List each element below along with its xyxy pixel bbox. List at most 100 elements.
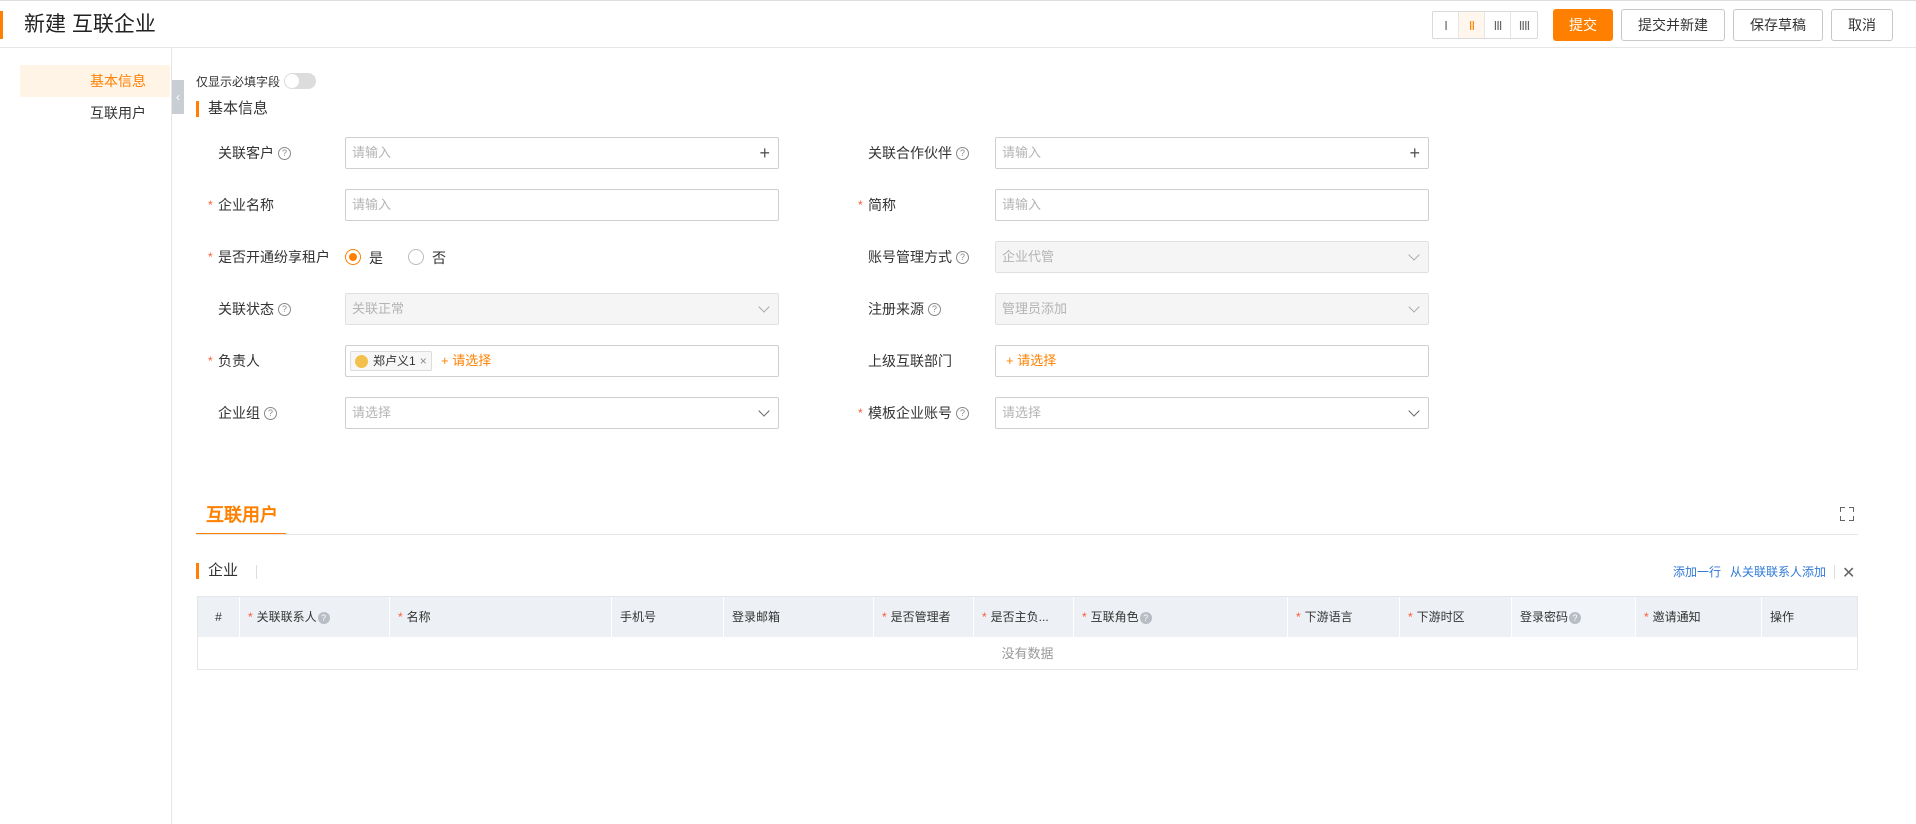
- subsection-title-company: 企业: [196, 562, 238, 580]
- section-title-basic: 基本信息: [196, 100, 268, 118]
- parent-dept-pick-link[interactable]: + 请选择: [1006, 346, 1056, 376]
- account-mgmt-label: 账号管理方式?: [868, 241, 969, 273]
- register-source-select: 管理员添加: [995, 293, 1429, 325]
- column-layout-switcher: I II III IIII: [1432, 11, 1538, 39]
- divider: [256, 565, 257, 579]
- linked-users-table: # * 关联联系人? * 名称 手机号 登录邮箱 * 是否管理者 * 是否主负... *…: [197, 596, 1858, 670]
- help-icon[interactable]: ?: [928, 302, 941, 316]
- chevron-down-icon: [758, 405, 770, 417]
- related-customer-label: 关联客户?: [218, 137, 291, 169]
- related-customer-input[interactable]: 请输入 +: [345, 137, 779, 169]
- share-tenant-no-radio[interactable]: [408, 249, 424, 265]
- avatar: [355, 355, 368, 368]
- chevron-down-icon: [1408, 301, 1420, 313]
- short-name-label: * 简称: [858, 189, 896, 221]
- layout-3-column-button[interactable]: III: [1485, 12, 1511, 38]
- share-tenant-yes-radio[interactable]: [345, 249, 361, 265]
- help-icon[interactable]: ?: [278, 302, 291, 316]
- template-account-select[interactable]: 请选择: [995, 397, 1429, 429]
- share-tenant-yes-label: 是: [369, 250, 383, 266]
- collapse-sidebar-icon[interactable]: ‹: [172, 80, 184, 114]
- column-header-role[interactable]: * 互联角色?: [1074, 597, 1288, 637]
- placeholder: 请输入: [1002, 145, 1042, 160]
- required-mark: *: [208, 198, 213, 212]
- table-header: # * 关联联系人? * 名称 手机号 登录邮箱 * 是否管理者 * 是否主负... *…: [198, 597, 1857, 637]
- column-header-index: #: [198, 597, 240, 637]
- required-only-label: 仅显示必填字段: [196, 75, 281, 89]
- fullscreen-icon[interactable]: [1840, 507, 1854, 521]
- required-mark: *: [208, 250, 213, 264]
- help-icon[interactable]: ?: [278, 146, 291, 160]
- required-mark: *: [858, 406, 863, 420]
- parent-dept-label: 上级互联部门: [868, 353, 952, 369]
- help-icon[interactable]: ?: [1569, 612, 1582, 624]
- column-header-actions: 操作: [1770, 610, 1795, 624]
- column-header-is-manager[interactable]: * 是否管理者: [874, 597, 974, 637]
- related-partner-input[interactable]: 请输入 +: [995, 137, 1429, 169]
- column-header-phone[interactable]: 手机号: [612, 597, 724, 637]
- template-account-label: * 模板企业账号?: [858, 397, 969, 429]
- placeholder: 请选择: [1002, 405, 1042, 420]
- column-header-name[interactable]: * 名称: [390, 597, 612, 637]
- select-value: 关联正常: [352, 301, 405, 316]
- layout-4-column-button[interactable]: IIII: [1511, 12, 1537, 38]
- sidebar-nav: 基本信息 互联用户: [0, 48, 172, 824]
- chevron-down-icon: [1408, 405, 1420, 417]
- parent-dept-picker[interactable]: + 请选择: [995, 345, 1429, 377]
- column-header-language[interactable]: * 下游语言: [1288, 597, 1400, 637]
- company-group-label: 企业组?: [218, 397, 277, 429]
- layout-2-column-button[interactable]: II: [1459, 12, 1485, 38]
- company-group-select[interactable]: 请选择: [345, 397, 779, 429]
- column-header-is-main-owner[interactable]: * 是否主负...: [974, 597, 1074, 637]
- sidebar-item-basic-info[interactable]: 基本信息: [20, 65, 170, 97]
- column-header-email[interactable]: 登录邮箱: [724, 597, 874, 637]
- relation-status-select: 关联正常: [345, 293, 779, 325]
- add-from-contacts-link[interactable]: 从关联联系人添加: [1730, 563, 1826, 580]
- column-header-password[interactable]: 登录密码?: [1512, 597, 1636, 637]
- tab-linked-users[interactable]: 互联用户: [196, 501, 286, 535]
- short-name-input[interactable]: 请输入: [995, 189, 1429, 221]
- add-icon[interactable]: +: [1409, 138, 1420, 168]
- owner-pick-link[interactable]: + 请选择: [441, 346, 491, 376]
- related-partner-label: 关联合作伙伴?: [868, 137, 969, 169]
- submit-button[interactable]: 提交: [1553, 9, 1613, 41]
- select-value: 管理员添加: [1002, 301, 1068, 316]
- owner-picker[interactable]: 郑卢义1 × + 请选择: [345, 345, 779, 377]
- required-only-toggle[interactable]: [284, 73, 316, 89]
- select-value: 企业代管: [1002, 249, 1055, 264]
- help-icon[interactable]: ?: [1139, 612, 1152, 624]
- title-accent-bar: [0, 11, 3, 39]
- add-icon[interactable]: +: [759, 138, 770, 168]
- add-row-link[interactable]: 添加一行: [1673, 563, 1721, 580]
- remove-tag-icon[interactable]: ×: [420, 354, 427, 368]
- help-icon[interactable]: ?: [956, 406, 969, 420]
- owner-label: * 负责人: [208, 345, 260, 377]
- toggle-knob: [285, 74, 299, 88]
- help-icon[interactable]: ?: [956, 146, 969, 160]
- layout-1-column-button[interactable]: I: [1433, 12, 1459, 38]
- company-name-input[interactable]: 请输入: [345, 189, 779, 221]
- cancel-button[interactable]: 取消: [1831, 9, 1893, 41]
- column-header-timezone[interactable]: * 下游时区: [1400, 597, 1512, 637]
- placeholder: 请输入: [352, 197, 392, 212]
- help-icon[interactable]: ?: [956, 250, 969, 264]
- account-mgmt-select: 企业代管: [995, 241, 1429, 273]
- required-mark: *: [858, 198, 863, 212]
- register-source-label: 注册来源?: [868, 293, 941, 325]
- column-header-invite[interactable]: * 邀请通知: [1636, 597, 1762, 637]
- placeholder: 请输入: [352, 145, 392, 160]
- empty-state: 没有数据: [1001, 646, 1054, 661]
- relation-status-label: 关联状态?: [218, 293, 291, 325]
- submit-and-new-button[interactable]: 提交并新建: [1621, 9, 1725, 41]
- help-icon[interactable]: ?: [264, 406, 277, 420]
- placeholder: 请选择: [352, 405, 392, 420]
- chevron-down-icon: [1408, 249, 1420, 261]
- save-draft-button[interactable]: 保存草稿: [1733, 9, 1823, 41]
- column-header-contact[interactable]: * 关联联系人?: [240, 597, 390, 637]
- close-icon[interactable]: ✕: [1842, 563, 1855, 583]
- sidebar-item-linked-users[interactable]: 互联用户: [20, 97, 170, 129]
- chevron-down-icon: [758, 301, 770, 313]
- page-title: 新建 互联企业: [24, 13, 156, 36]
- placeholder: 请输入: [1002, 197, 1042, 212]
- help-icon[interactable]: ?: [317, 612, 330, 624]
